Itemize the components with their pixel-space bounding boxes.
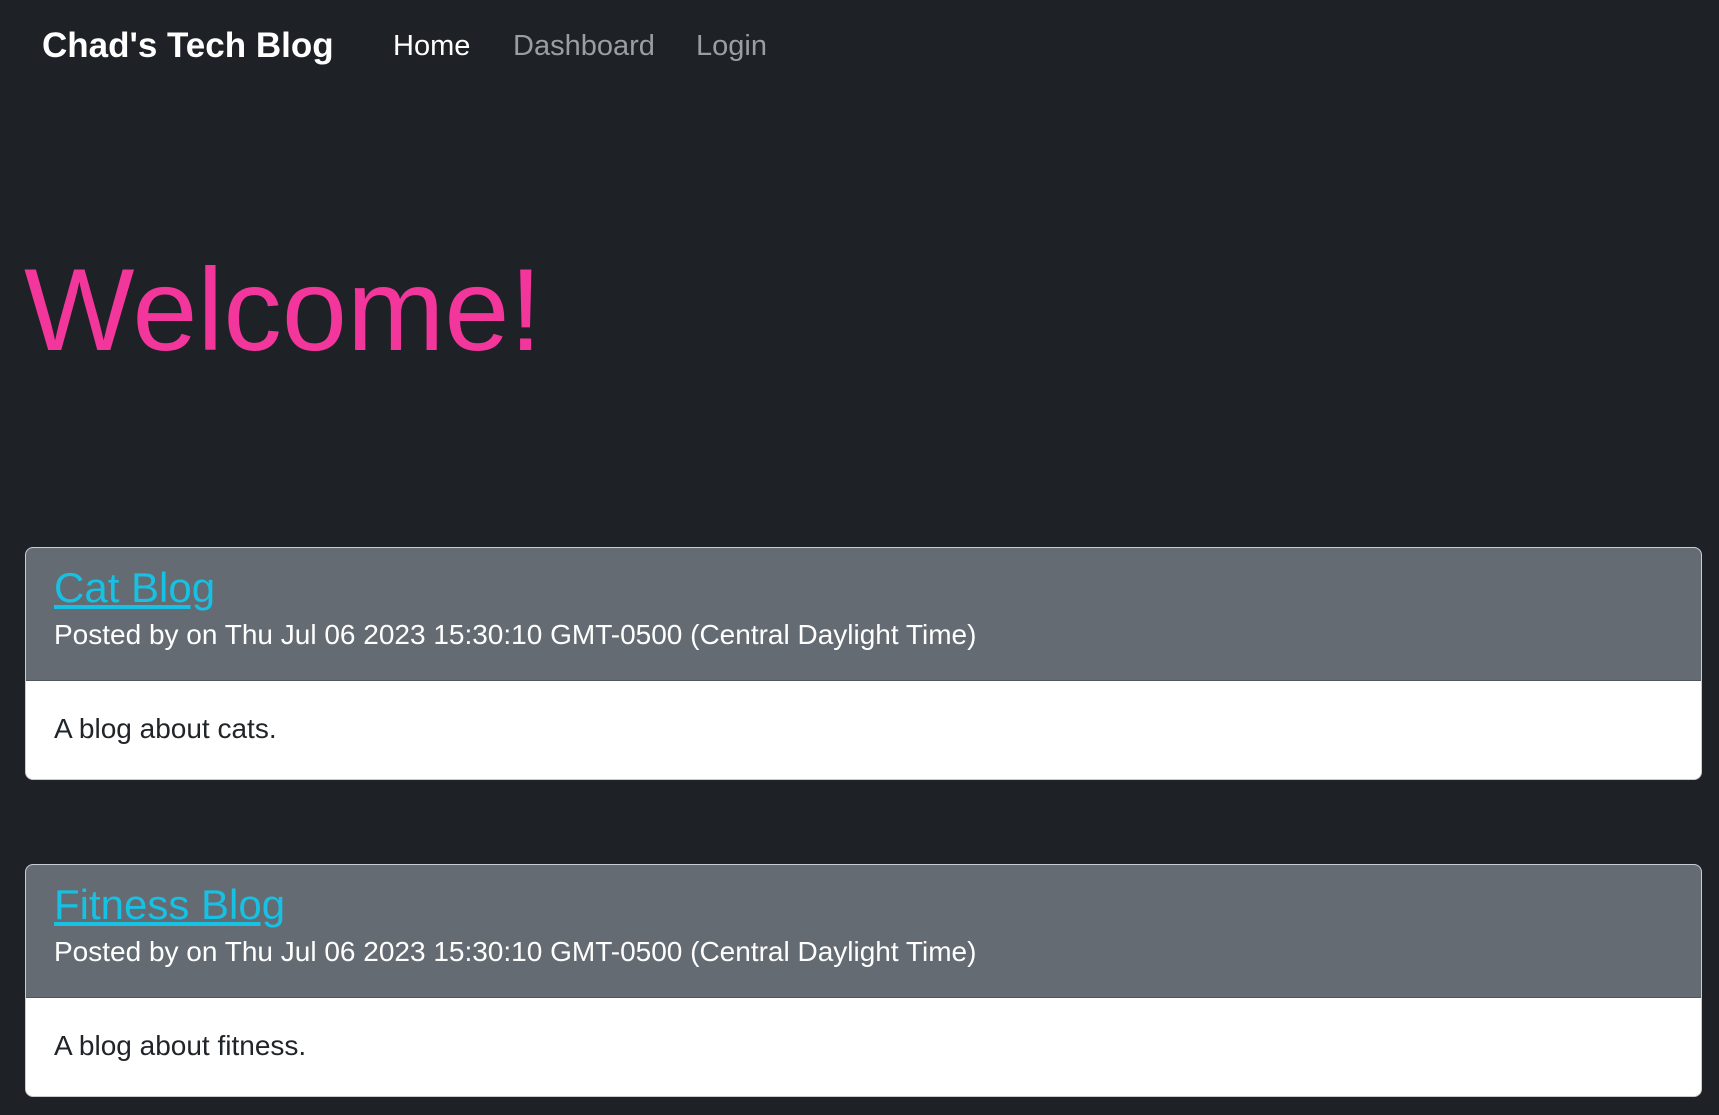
post-title-link[interactable]: Cat Blog bbox=[54, 564, 215, 612]
post-card-body: A blog about fitness. bbox=[26, 998, 1701, 1096]
post-card: Cat Blog Posted by on Thu Jul 06 2023 15… bbox=[25, 547, 1702, 780]
post-content: A blog about cats. bbox=[54, 713, 277, 744]
post-title-link[interactable]: Fitness Blog bbox=[54, 881, 285, 929]
post-card-header: Fitness Blog Posted by on Thu Jul 06 202… bbox=[26, 865, 1701, 998]
welcome-heading: Welcome! bbox=[24, 244, 542, 375]
nav-link-dashboard[interactable]: Dashboard bbox=[513, 28, 655, 64]
post-content: A blog about fitness. bbox=[54, 1030, 307, 1061]
post-card: Fitness Blog Posted by on Thu Jul 06 202… bbox=[25, 864, 1702, 1097]
post-meta: Posted by on Thu Jul 06 2023 15:30:10 GM… bbox=[54, 936, 977, 967]
nav-link-home[interactable]: Home bbox=[393, 28, 470, 64]
post-meta: Posted by on Thu Jul 06 2023 15:30:10 GM… bbox=[54, 619, 977, 650]
nav-link-login[interactable]: Login bbox=[696, 28, 767, 64]
post-card-header: Cat Blog Posted by on Thu Jul 06 2023 15… bbox=[26, 548, 1701, 681]
brand-link[interactable]: Chad's Tech Blog bbox=[42, 26, 334, 66]
post-card-body: A blog about cats. bbox=[26, 681, 1701, 779]
navbar: Chad's Tech Blog Home Dashboard Login bbox=[0, 0, 1719, 92]
